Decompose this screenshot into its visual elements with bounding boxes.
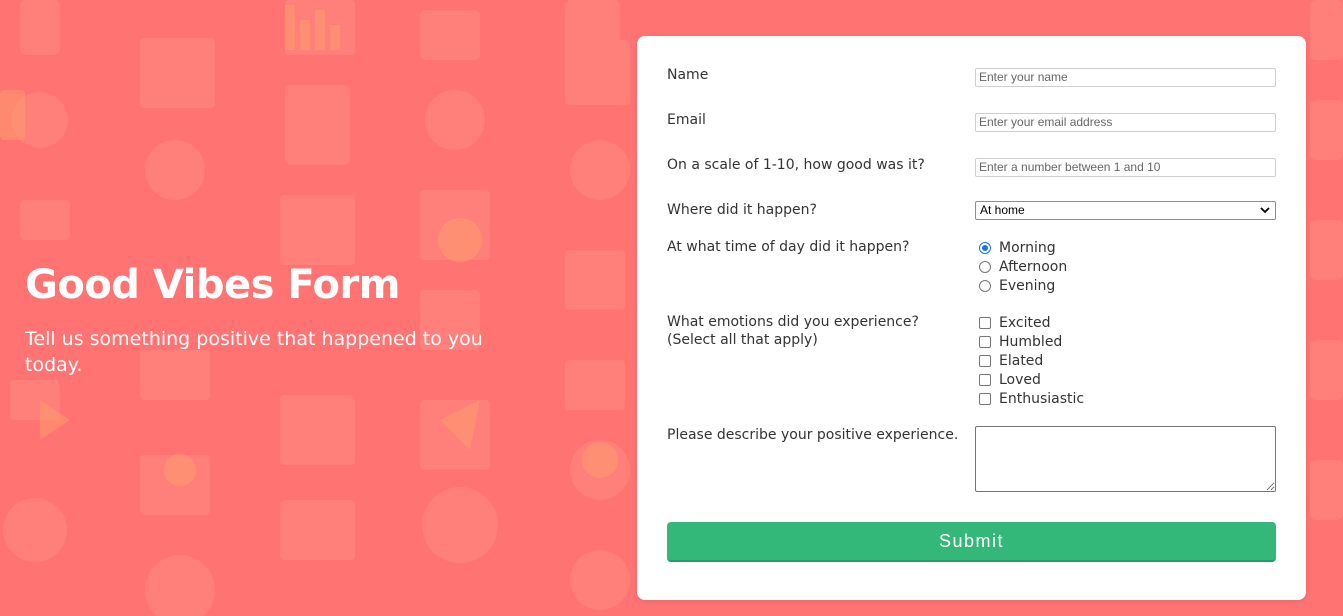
submit-button[interactable]: Submit (667, 522, 1276, 562)
checkbox-option-elated[interactable]: Elated (975, 352, 1276, 371)
emotions-label-main: What emotions did you experience? (667, 314, 919, 330)
radio-button-evening[interactable] (979, 280, 991, 292)
description-field-wrapper (975, 426, 1276, 496)
radio-option-evening[interactable]: Evening (975, 277, 1276, 296)
scale-label: On a scale of 1-10, how good was it? (667, 157, 925, 173)
page-subtitle: Tell us something positive that happened… (25, 328, 483, 376)
checkbox-loved[interactable] (979, 374, 991, 386)
checkbox-label-enthusiastic: Enthusiastic (999, 391, 1085, 407)
time-of-day-options: Morning Afternoon Evening (975, 239, 1276, 296)
checkbox-label-loved: Loved (999, 372, 1041, 388)
name-label: Name (667, 67, 709, 83)
checkbox-elated[interactable] (979, 355, 991, 367)
checkbox-enthusiastic[interactable] (979, 393, 991, 405)
radio-option-afternoon[interactable]: Afternoon (975, 258, 1276, 277)
where-select-value: At home (980, 203, 1025, 217)
radio-option-morning[interactable]: Morning (975, 239, 1276, 258)
checkbox-excited[interactable] (979, 317, 991, 329)
checkbox-option-excited[interactable]: Excited (975, 314, 1276, 333)
email-input[interactable] (975, 112, 1276, 132)
emotions-options: Excited Humbled Elated Loved Enthusiasti… (975, 314, 1276, 409)
checkbox-option-loved[interactable]: Loved (975, 371, 1276, 390)
scale-input[interactable] (975, 157, 1276, 177)
radio-label-evening: Evening (999, 278, 1056, 294)
name-input[interactable] (975, 67, 1276, 87)
radio-label-morning: Morning (999, 240, 1056, 256)
where-select[interactable]: At home (975, 201, 1276, 220)
description-textarea[interactable] (975, 426, 1276, 492)
name-field-wrapper (975, 66, 1276, 87)
checkbox-label-elated: Elated (999, 353, 1044, 369)
radio-button-morning[interactable] (979, 242, 991, 254)
page-title: Good Vibes Form (25, 262, 400, 308)
where-label: Where did it happen? (667, 202, 817, 218)
checkbox-humbled[interactable] (979, 336, 991, 348)
form-card: Name Email On a scale of 1-10, how good … (637, 36, 1306, 600)
radio-button-afternoon[interactable] (979, 261, 991, 273)
emotions-label-sub: (Select all that apply) (667, 332, 818, 348)
email-field-wrapper (975, 111, 1276, 132)
hero-section: Good Vibes Form Tell us something positi… (25, 258, 545, 378)
email-label: Email (667, 112, 706, 128)
checkbox-option-enthusiastic[interactable]: Enthusiastic (975, 390, 1276, 409)
description-label: Please describe your positive experience… (667, 427, 959, 443)
chevron-down-icon (1260, 207, 1270, 214)
emotions-label: What emotions did you experience? (Selec… (667, 313, 967, 349)
radio-label-afternoon: Afternoon (999, 259, 1068, 275)
where-field-wrapper: At home (975, 201, 1276, 220)
checkbox-label-excited: Excited (999, 315, 1051, 331)
checkbox-option-humbled[interactable]: Humbled (975, 333, 1276, 352)
time-of-day-label: At what time of day did it happen? (667, 239, 910, 255)
checkbox-label-humbled: Humbled (999, 334, 1063, 350)
scale-field-wrapper (975, 156, 1276, 177)
